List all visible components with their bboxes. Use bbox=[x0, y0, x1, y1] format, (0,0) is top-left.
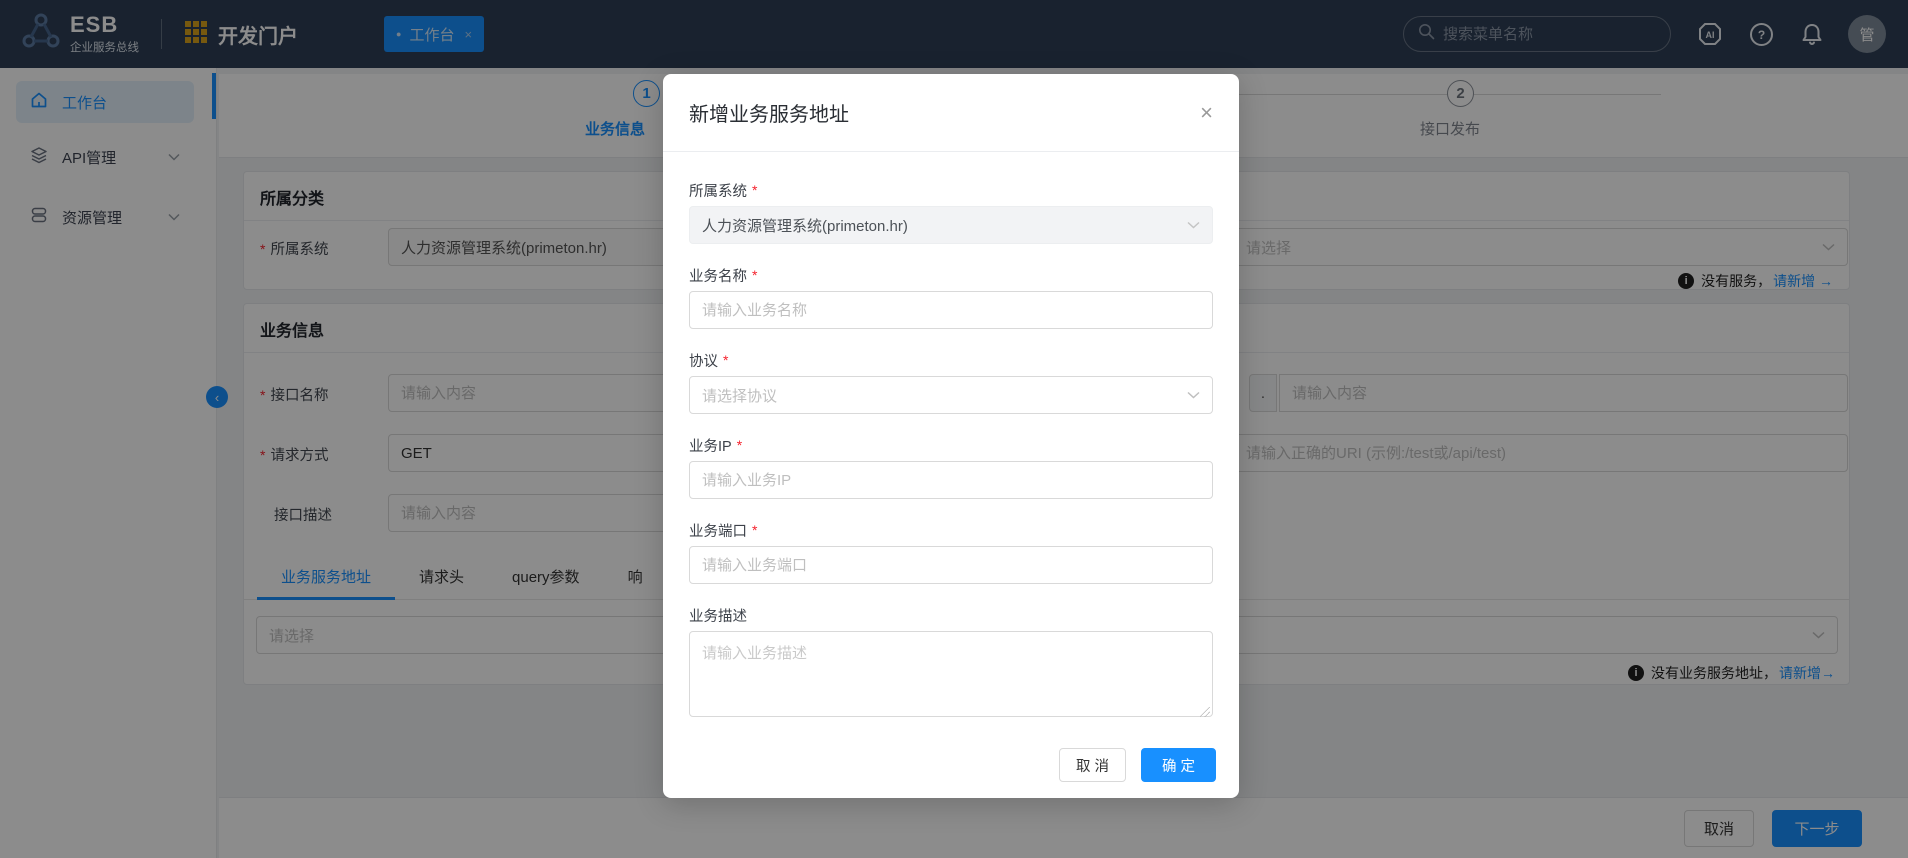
field-business-port-label: 业务端口 bbox=[689, 520, 747, 541]
modal-title: 新增业务服务地址 bbox=[689, 98, 849, 127]
protocol-select[interactable]: 请选择协议 bbox=[689, 376, 1213, 414]
business-ip-input[interactable] bbox=[689, 461, 1213, 499]
required-mark: * bbox=[752, 267, 757, 283]
resize-handle[interactable] bbox=[1200, 707, 1210, 717]
required-mark: * bbox=[737, 437, 742, 453]
close-icon[interactable]: × bbox=[1200, 103, 1213, 123]
business-desc-textarea[interactable] bbox=[689, 631, 1213, 717]
field-business-ip-label: 业务IP bbox=[689, 435, 732, 456]
field-system-label: 所属系统 bbox=[689, 180, 747, 201]
modal-cancel-button[interactable]: 取 消 bbox=[1059, 748, 1126, 782]
field-business-desc-label: 业务描述 bbox=[689, 605, 747, 626]
required-mark: * bbox=[752, 182, 757, 198]
modal-ok-button[interactable]: 确 定 bbox=[1141, 748, 1216, 782]
app-root: ESB 企业服务总线 开发门户 ● 工作台 × bbox=[0, 0, 1908, 858]
field-business-name-label: 业务名称 bbox=[689, 265, 747, 286]
required-mark: * bbox=[723, 352, 728, 368]
required-mark: * bbox=[752, 522, 757, 538]
add-service-address-modal: 新增业务服务地址 × 所属系统 * 人力资源管理系统(primeton.hr) … bbox=[663, 74, 1239, 798]
chevron-down-icon bbox=[1187, 391, 1200, 399]
field-protocol-label: 协议 bbox=[689, 350, 718, 371]
chevron-down-icon bbox=[1187, 221, 1200, 229]
business-port-input[interactable] bbox=[689, 546, 1213, 584]
modal-system-select: 人力资源管理系统(primeton.hr) bbox=[689, 206, 1213, 244]
business-name-input[interactable] bbox=[689, 291, 1213, 329]
